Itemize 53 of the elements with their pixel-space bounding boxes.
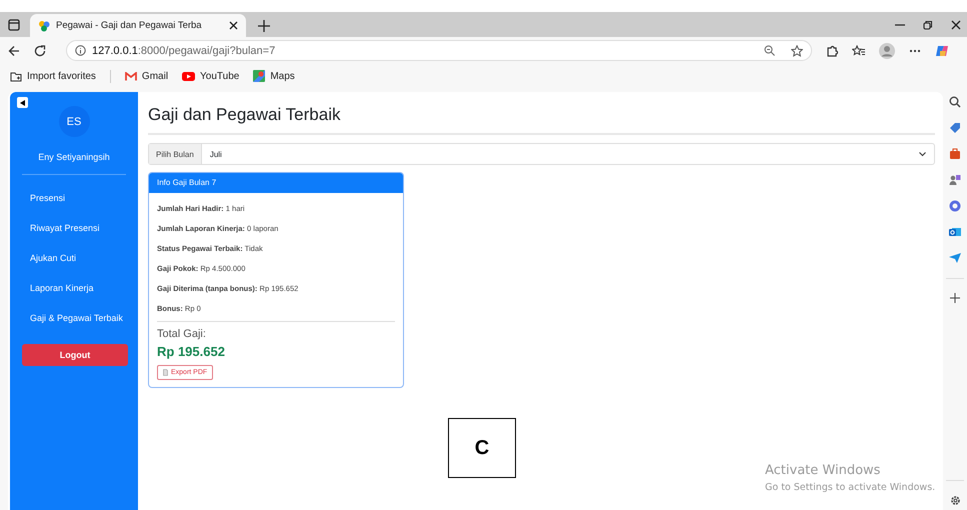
sidebar-item[interactable]: Riwayat Presensi [10,216,138,240]
add-icon[interactable] [950,293,960,303]
settings-icon[interactable] [950,495,960,506]
document-icon [163,369,168,376]
paper-plane-icon[interactable] [949,252,961,264]
favicon-icon [38,20,50,32]
triangle-left-icon [20,100,25,106]
sidebar-item[interactable]: Ajukan Cuti [10,246,138,270]
tab-title: Pegawai - Gaji dan Pegawai Terba [56,20,203,31]
bookmark-link[interactable]: YouTube [182,70,240,82]
tab-actions-icon[interactable] [8,19,20,31]
folder-icon [10,70,22,82]
puzzle-icon[interactable] [826,44,838,56]
tag-icon[interactable] [949,122,961,134]
activation-title: Activate Windows [765,463,882,478]
figure-label: C [448,418,516,478]
sidebar-item[interactable]: Gaji & Pegawai Terbaik [10,306,138,330]
activation-text: Go to Settings to activate Windows. [765,482,936,493]
search-icon[interactable] [949,96,961,108]
url-text: 127.0.0.1:8000/pegawai/gaji?bulan=7 [92,44,276,56]
star-icon[interactable] [791,44,803,56]
logout-button[interactable]: Logout [22,344,128,366]
bookmark-link[interactable]: Maps [253,70,295,82]
profile-icon[interactable] [879,42,895,58]
total-amount: Rp 195.652 [157,344,226,359]
mail-icon [124,72,137,80]
sidebar-item[interactable]: Presensi [10,186,138,210]
zoom-out-icon[interactable] [764,45,775,56]
map-pin-icon [253,70,266,82]
reload-icon[interactable] [34,44,46,56]
more-icon[interactable] [909,48,921,52]
card-header: Info Gaji Bulan 7 [149,173,403,193]
play-icon [182,72,196,80]
new-tab-icon[interactable] [258,20,270,32]
info-icon[interactable] [75,45,86,56]
briefcase-icon[interactable] [949,148,961,160]
bookmark-link[interactable]: Gmail [124,70,168,82]
sidebar-item[interactable]: Laporan Kinerja [10,276,138,300]
close-icon[interactable] [229,21,238,30]
restore-icon[interactable] [923,20,933,30]
total-label: Total Gaji: [157,328,207,340]
avatar: ES [58,106,90,137]
back-icon[interactable] [8,44,20,56]
browser-tab[interactable]: Pegawai - Gaji dan Pegawai Terba [30,14,246,37]
collapse-button[interactable] [17,97,28,108]
mail-icon[interactable] [949,226,961,238]
address-bar[interactable]: 127.0.0.1:8000/pegawai/gaji?bulan=7 [66,40,812,61]
ring-icon[interactable] [949,200,961,212]
people-icon[interactable] [949,174,961,186]
bookmark-link[interactable]: Import favorites [10,70,96,82]
favorites-icon[interactable] [852,44,865,56]
close-icon[interactable] [951,20,961,30]
user-name: Eny Setiyaningsih [37,152,111,162]
